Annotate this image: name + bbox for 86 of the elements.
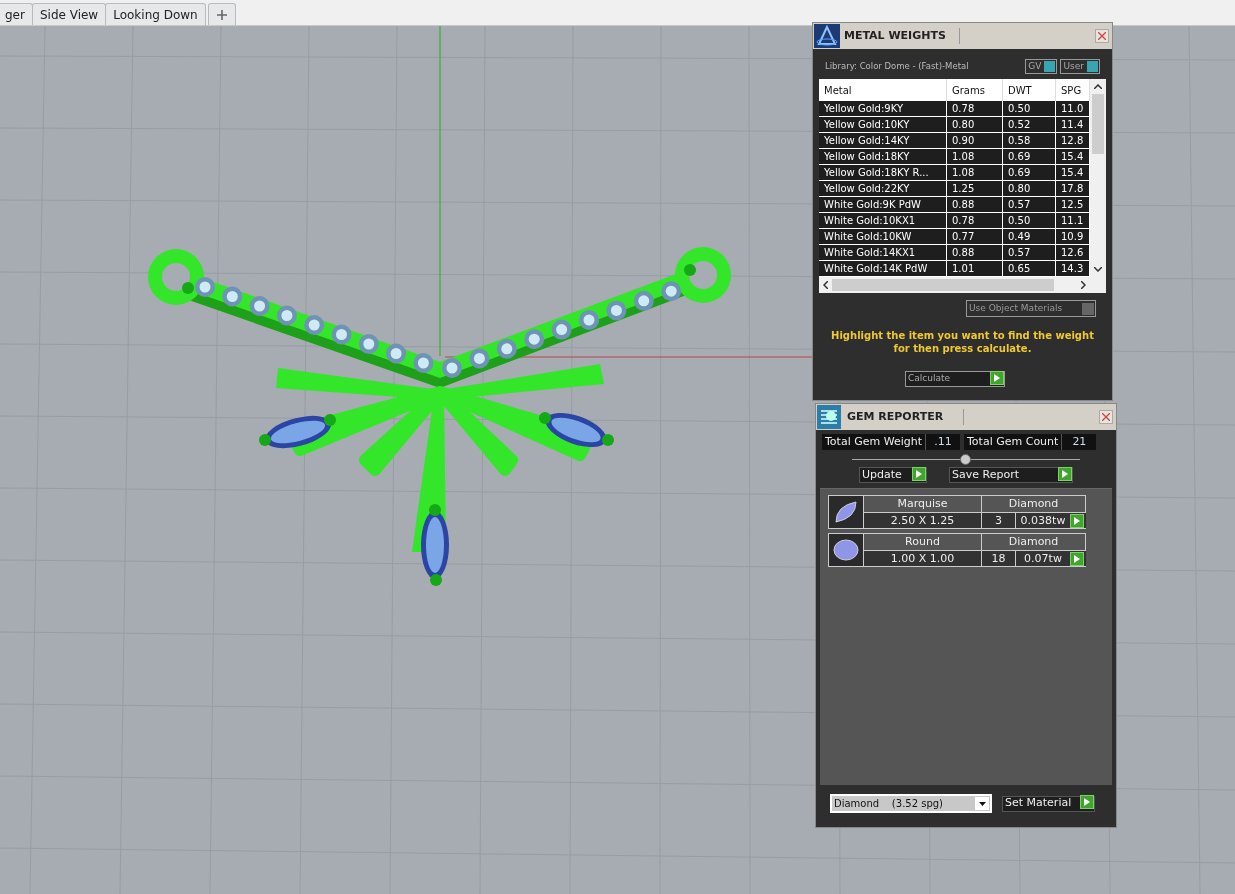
play-icon: [1080, 795, 1094, 810]
gem-count: 3: [982, 513, 1016, 528]
total-count-label: Total Gem Count: [964, 434, 1063, 450]
gem-size: 2.50 X 1.25: [864, 513, 982, 528]
gem-weight: 0.038tw: [1019, 513, 1067, 528]
scroll-left-icon: [823, 281, 828, 289]
gem-weight: 0.07tw: [1023, 551, 1063, 566]
table-cell: Yellow Gold:14KY: [819, 133, 947, 148]
scroll-thumb[interactable]: [832, 279, 1054, 291]
table-cell: 0.50: [1003, 101, 1056, 116]
table-cell: 0.69: [1003, 149, 1056, 164]
table-cell: White Gold:10KW: [819, 229, 947, 244]
table-cell: 0.57: [1003, 197, 1056, 212]
table-cell: Yellow Gold:18KY: [819, 149, 947, 164]
material-dropdown[interactable]: Diamond (3.52 spg): [830, 794, 992, 813]
table-cell: White Gold:14K PdW: [819, 261, 947, 276]
play-icon: [1058, 466, 1072, 481]
gem-material: Diamond: [1007, 496, 1060, 512]
scroll-up-icon: [1094, 84, 1102, 89]
view-tab[interactable]: Side View: [31, 3, 107, 25]
panel-title: GEM REPORTER: [847, 408, 964, 426]
table-cell: 0.80: [1003, 181, 1056, 196]
play-icon: [990, 371, 1004, 386]
play-icon: [912, 466, 926, 481]
table-cell: 0.88: [947, 197, 1003, 212]
scroll-right-icon: [1081, 281, 1086, 289]
table-cell: 0.80: [947, 117, 1003, 132]
table-cell: 0.90: [947, 133, 1003, 148]
panel-title: METAL WEIGHTS: [844, 27, 960, 45]
table-cell: White Gold:14KX1: [819, 245, 947, 260]
play-icon: [1070, 551, 1084, 566]
toggle-button[interactable]: GV: [1025, 59, 1058, 74]
table-cell: 0.52: [1003, 117, 1056, 132]
horizontal-scrollbar[interactable]: [819, 277, 1106, 293]
library-label: Library: Color Dome - (Fast)-Metal: [825, 60, 969, 73]
update-button[interactable]: Update: [859, 467, 927, 483]
table-cell: 0.78: [947, 213, 1003, 228]
gem-count: 18: [982, 551, 1016, 566]
table-cell: 0.65: [1003, 261, 1056, 276]
gem-material: Diamond: [1007, 534, 1060, 550]
toggle-button[interactable]: User: [1060, 59, 1100, 74]
table-cell: Yellow Gold:10KY: [819, 117, 947, 132]
table-cell: 0.49: [1003, 229, 1056, 244]
table-cell: 0.69: [1003, 165, 1056, 180]
close-icon: [1098, 32, 1106, 40]
total-count-value: 21: [1071, 434, 1088, 450]
table-cell: 0.88: [947, 245, 1003, 260]
play-icon: [1070, 513, 1084, 528]
total-weight-label: Total Gem Weight: [822, 434, 926, 450]
close-button[interactable]: [1099, 410, 1113, 424]
gem-size: 1.00 X 1.00: [864, 551, 982, 566]
table-cell: 0.50: [1003, 213, 1056, 228]
table-cell: 0.78: [947, 101, 1003, 116]
table-cell: 1.25: [947, 181, 1003, 196]
table-cell: 1.01: [947, 261, 1003, 276]
table-cell: 0.58: [1003, 133, 1056, 148]
close-button[interactable]: [1095, 29, 1109, 43]
table-cell: White Gold:10KX1: [819, 213, 947, 228]
add-tab-button[interactable]: [207, 3, 236, 25]
gem-detail-button[interactable]: [1070, 513, 1085, 528]
table-cell: Yellow Gold:18KY R...: [819, 165, 947, 180]
total-weight-value: .11: [933, 434, 953, 450]
splitter-handle[interactable]: [960, 453, 971, 465]
vertical-scrollbar[interactable]: [1090, 79, 1106, 277]
table-cell: 1.08: [947, 165, 1003, 180]
close-icon: [1102, 413, 1110, 421]
use-object-materials-checkbox[interactable]: Use Object Materials: [966, 300, 1096, 317]
view-tab[interactable]: ger: [0, 3, 33, 25]
app-logo-icon: [814, 24, 840, 48]
table-cell: 1.08: [947, 149, 1003, 164]
table-cell: Yellow Gold:9KY: [819, 101, 947, 116]
table-cell: 0.77: [947, 229, 1003, 244]
table-cell: Yellow Gold:22KY: [819, 181, 947, 196]
hint-text: Highlight the item you want to find the weight for then press calculate.: [830, 329, 1095, 355]
view-tab[interactable]: Looking Down: [105, 3, 206, 25]
scroll-down-icon: [1094, 267, 1102, 272]
plus-icon: [216, 9, 227, 20]
dropdown-caret-icon: [978, 801, 986, 806]
gem-detail-button[interactable]: [1070, 551, 1085, 566]
save-report-button[interactable]: Save Report: [949, 467, 1073, 483]
report-icon: [817, 405, 841, 429]
scroll-thumb[interactable]: [1092, 94, 1104, 154]
calculate-button[interactable]: Calculate: [905, 371, 1005, 387]
table-cell: White Gold:9K PdW: [819, 197, 947, 212]
set-material-button[interactable]: Set Material: [1002, 795, 1095, 812]
table-cell: 0.57: [1003, 245, 1056, 260]
